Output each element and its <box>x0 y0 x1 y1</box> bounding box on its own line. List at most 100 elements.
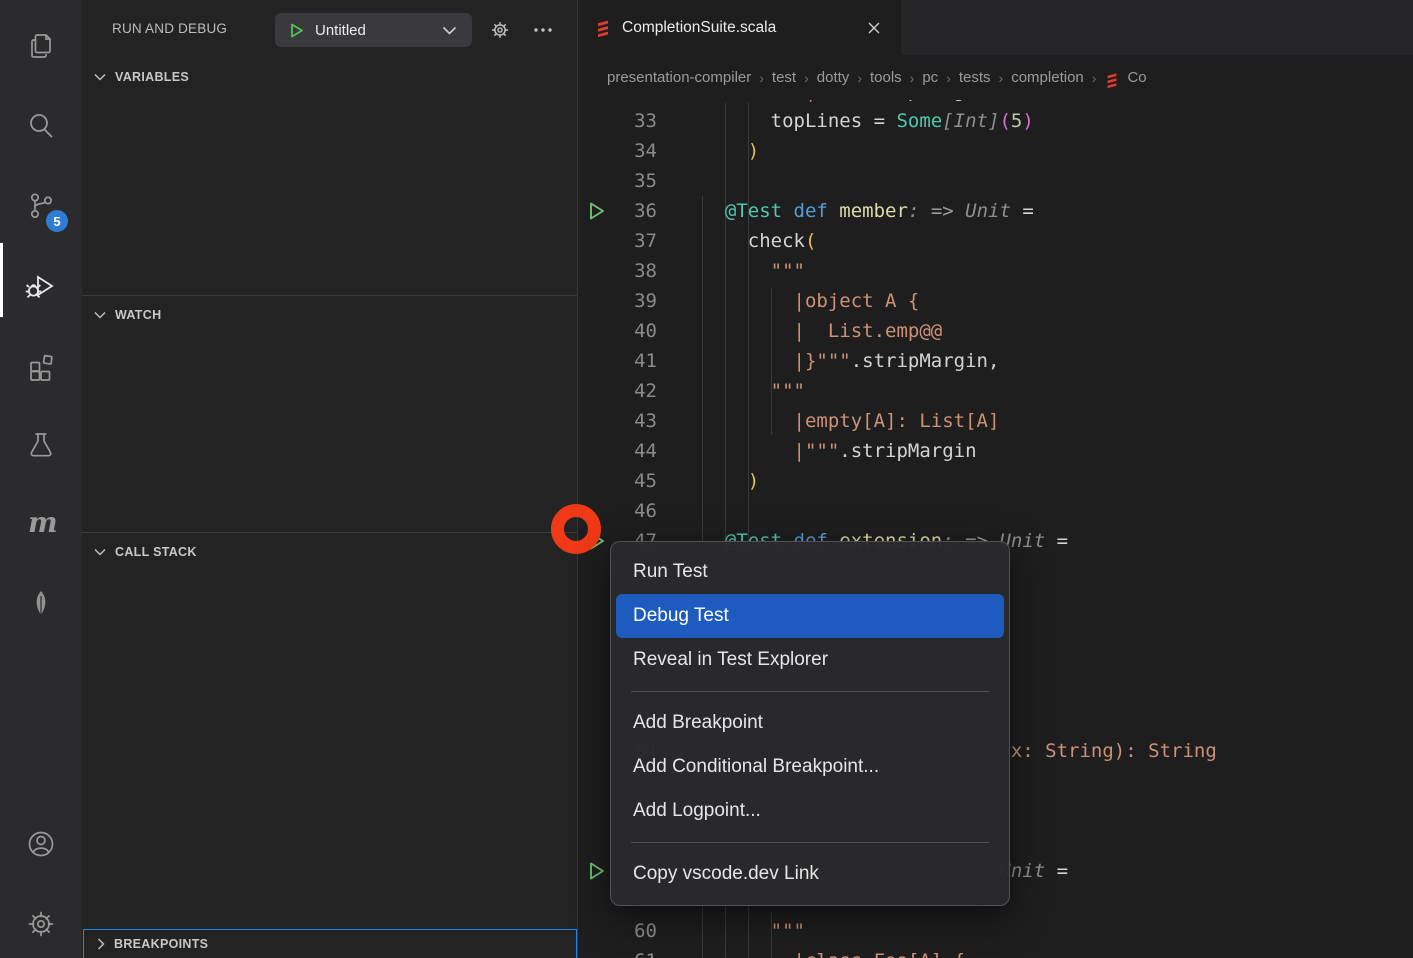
sidebar-editor-divider <box>577 0 578 958</box>
run-and-debug-icon[interactable] <box>0 248 82 324</box>
menu-item-add-conditional-breakpoint[interactable]: Add Conditional Breakpoint... <box>616 745 1004 789</box>
debug-settings-gear-icon[interactable] <box>482 13 518 47</box>
breadcrumb-item[interactable]: pc <box>922 69 938 86</box>
breadcrumb-item[interactable]: presentation-compiler <box>607 69 751 86</box>
activity-bar: 5 m <box>0 0 82 958</box>
tab-completionsuite[interactable]: CompletionSuite.scala <box>578 0 901 55</box>
breadcrumb-separator: › <box>999 70 1004 86</box>
code-line[interactable]: 39 |object A { <box>578 286 1413 316</box>
code-line[interactable]: 35 <box>578 166 1413 196</box>
settings-gear-icon[interactable] <box>0 886 82 958</box>
line-number: 45 <box>578 466 657 496</box>
scala-file-icon <box>1104 72 1120 88</box>
code-line[interactable]: 61 |class Foo[A] { <box>578 946 1413 958</box>
tab-close-icon[interactable] <box>863 17 885 39</box>
code-line[interactable]: 40 | List.emp@@ <box>578 316 1413 346</box>
section-label: WATCH <box>115 308 161 322</box>
accounts-icon[interactable] <box>0 806 82 882</box>
line-number: 33 <box>578 106 657 136</box>
launch-config-label: Untitled <box>315 22 442 39</box>
chevron-down-icon <box>442 26 457 35</box>
launch-config-dropdown[interactable]: Untitled <box>275 13 472 47</box>
section-call-stack[interactable]: CALL STACK <box>82 537 578 567</box>
breadcrumb-item[interactable]: tests <box>959 69 991 86</box>
breadcrumb-separator: › <box>759 70 764 86</box>
chevron-down-icon <box>94 73 106 81</box>
code-line[interactable]: 42 """ <box>578 376 1413 406</box>
section-label: BREAKPOINTS <box>114 937 208 951</box>
line-number: 35 <box>578 166 657 196</box>
menu-separator <box>631 842 989 843</box>
chevron-down-icon <box>94 311 106 319</box>
line-number: 43 <box>578 406 657 436</box>
run-test-gutter-icon[interactable] <box>584 859 608 883</box>
extensions-icon[interactable] <box>0 328 82 404</box>
mongodb-icon[interactable] <box>0 566 82 642</box>
code-line[interactable]: 33 topLines = Some[Int](5) <box>578 106 1413 136</box>
menu-item-add-logpoint[interactable]: Add Logpoint... <box>616 789 1004 833</box>
line-number: 40 <box>578 316 657 346</box>
search-icon[interactable] <box>0 88 82 164</box>
code-line[interactable]: 43 |empty[A]: List[A] <box>578 406 1413 436</box>
menu-item-reveal-in-test-explorer[interactable]: Reveal in Test Explorer <box>616 638 1004 682</box>
code-text: """ <box>702 376 805 406</box>
code-line[interactable]: 41 |}""".stripMargin, <box>578 346 1413 376</box>
menu-item-debug-test[interactable]: Debug Test <box>616 594 1004 638</box>
code-line[interactable]: 34 ) <box>578 136 1413 166</box>
line-number: 41 <box>578 346 657 376</box>
breadcrumb-separator: › <box>804 70 809 86</box>
line-number: 44 <box>578 436 657 466</box>
line-number: 37 <box>578 226 657 256</box>
breadcrumb: presentation-compiler › test › dotty › tools › p… <box>578 55 1413 100</box>
breadcrumb-separator: › <box>1092 70 1097 86</box>
metals-icon[interactable]: m <box>0 486 82 562</box>
breadcrumb-item[interactable]: completion <box>1011 69 1084 86</box>
code-line[interactable]: 45 ) <box>578 466 1413 496</box>
code-line[interactable]: 44 |""".stripMargin <box>578 436 1413 466</box>
more-actions-icon[interactable] <box>525 13 561 47</box>
code-line[interactable]: 36 @Test def member: => Unit = <box>578 196 1413 226</box>
code-text: ) <box>702 136 759 166</box>
run-test-gutter-icon[interactable] <box>584 529 608 553</box>
section-breakpoints[interactable]: BREAKPOINTS <box>83 929 577 958</box>
vscode-window: { "activity_bar": { "source_control_badg… <box>0 0 1413 958</box>
breadcrumb-item[interactable]: Co <box>1127 69 1146 86</box>
sidebar-toolbar: RUN AND DEBUG Untitled <box>82 0 578 60</box>
run-test-gutter-icon[interactable] <box>584 199 608 223</box>
code-text: """ <box>702 256 805 286</box>
breadcrumb-item[interactable]: dotty <box>817 69 850 86</box>
section-divider[interactable] <box>82 532 578 533</box>
code-text: |empty[A]: List[A] <box>702 406 999 436</box>
code-text: ) <box>702 466 759 496</box>
sidebar-title: RUN AND DEBUG <box>112 21 227 36</box>
source-control-icon[interactable]: 5 <box>0 168 82 244</box>
menu-item-copy-vscode-dev-link[interactable]: Copy vscode.dev Link <box>616 852 1004 896</box>
section-watch[interactable]: WATCH <box>82 300 578 330</box>
breadcrumb-item[interactable]: tools <box>870 69 902 86</box>
tab-strip: CompletionSuite.scala <box>578 0 1413 55</box>
section-variables[interactable]: VARIABLES <box>82 62 578 92</box>
code-text: """ <box>702 916 805 946</box>
run-debug-sidebar: RUN AND DEBUG Untitled VARIABLES WATCH C… <box>82 0 578 958</box>
code-text: |}""".stripMargin, <box>702 346 999 376</box>
explorer-icon[interactable] <box>0 8 82 84</box>
line-number: 46 <box>578 496 657 526</box>
scala-file-icon <box>594 19 612 37</box>
line-number: 34 <box>578 136 657 166</box>
menu-item-run-test[interactable]: Run Test <box>616 550 1004 594</box>
breadcrumb-separator: › <box>857 70 862 86</box>
menu-separator <box>631 691 989 692</box>
code-line[interactable]: 46 <box>578 496 1413 526</box>
line-number: 39 <box>578 286 657 316</box>
testing-icon[interactable] <box>0 406 82 482</box>
code-line[interactable]: 38 """ <box>578 256 1413 286</box>
start-debug-icon[interactable] <box>288 22 305 39</box>
breadcrumb-item[interactable]: test <box>772 69 796 86</box>
code-line[interactable]: 60 """ <box>578 916 1413 946</box>
code-line[interactable]: 37 check( <box>578 226 1413 256</box>
section-divider[interactable] <box>82 295 578 296</box>
breadcrumb-separator: › <box>946 70 951 86</box>
svg-text:m: m <box>28 506 58 539</box>
menu-item-add-breakpoint[interactable]: Add Breakpoint <box>616 701 1004 745</box>
code-text: |""".stripMargin <box>702 436 977 466</box>
